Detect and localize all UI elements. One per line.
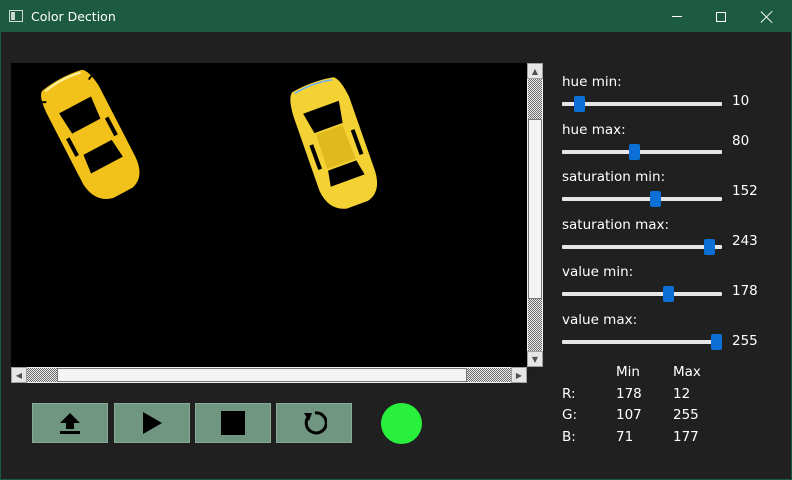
app-icon (9, 10, 23, 22)
reset-icon (304, 411, 327, 435)
hue-max-slider[interactable] (562, 144, 722, 160)
table-header-min: Min (616, 364, 640, 380)
g-min-value: 107 (616, 407, 642, 423)
vertical-scrollbar[interactable]: ▲ ▼ (527, 63, 543, 367)
detected-car-left (41, 69, 140, 199)
hue-max-value: 80 (732, 133, 750, 149)
slider-handle[interactable] (649, 191, 661, 207)
minimize-button[interactable] (654, 1, 700, 32)
scroll-thumb[interactable] (528, 119, 542, 299)
b-min-value: 71 (616, 429, 634, 445)
value-min-value: 178 (732, 283, 758, 299)
g-max-value: 255 (673, 407, 699, 423)
slider-groove (562, 245, 722, 249)
scroll-corner (527, 367, 543, 383)
r-min-value: 178 (616, 386, 642, 402)
slider-handle[interactable] (711, 334, 722, 350)
table-header-max: Max (673, 364, 701, 380)
window-title: Color Dection (31, 9, 116, 24)
upload-button[interactable] (32, 403, 108, 443)
maximize-icon (716, 11, 726, 22)
value-max-slider[interactable] (562, 334, 722, 350)
minimize-icon (672, 16, 682, 17)
slider-label-saturation-max: saturation max: (562, 217, 670, 233)
hue-min-slider[interactable] (562, 96, 722, 112)
saturation-min-value: 152 (732, 183, 758, 199)
slider-groove (562, 197, 722, 201)
stop-icon (221, 411, 245, 435)
horizontal-scrollbar[interactable]: ◀ ▶ (11, 367, 527, 383)
slider-groove (562, 102, 722, 106)
slider-groove (562, 340, 722, 344)
slider-groove (562, 150, 722, 154)
saturation-max-value: 243 (732, 233, 758, 249)
slider-label-value-min: value min: (562, 264, 634, 280)
play-button[interactable] (114, 403, 190, 443)
masked-image (41, 69, 378, 209)
app-window: Color Dection ▲ ▼ ◀ ▶ hue min: 10 hue ma… (0, 0, 792, 480)
slider-handle[interactable] (663, 286, 675, 302)
stop-button[interactable] (195, 403, 271, 443)
b-max-value: 177 (673, 429, 699, 445)
slider-handle[interactable] (573, 96, 585, 112)
maximize-button[interactable] (698, 1, 744, 32)
slider-label-hue-max: hue max: (562, 122, 626, 138)
title-bar: Color Dection (1, 1, 791, 32)
row-label-g: G: (562, 407, 578, 423)
row-label-b: B: (562, 429, 576, 445)
row-label-r: R: (562, 386, 576, 402)
slider-handle[interactable] (629, 144, 641, 160)
close-icon (761, 11, 773, 23)
value-max-value: 255 (732, 333, 758, 349)
scroll-right-icon[interactable]: ▶ (511, 367, 527, 383)
image-viewport[interactable]: ▲ ▼ ◀ ▶ (11, 63, 543, 383)
detected-car-right (290, 77, 378, 209)
upload-icon (60, 413, 80, 434)
saturation-min-slider[interactable] (562, 191, 722, 207)
r-max-value: 12 (673, 386, 691, 402)
scroll-left-icon[interactable]: ◀ (11, 367, 27, 383)
close-button[interactable] (744, 1, 790, 32)
slider-label-value-max: value max: (562, 312, 638, 328)
slider-label-hue-min: hue min: (562, 74, 622, 90)
value-min-slider[interactable] (562, 286, 722, 302)
scroll-thumb[interactable] (57, 368, 467, 382)
status-indicator (381, 403, 422, 444)
reset-button[interactable] (276, 403, 352, 443)
scroll-down-icon[interactable]: ▼ (527, 351, 543, 367)
saturation-max-slider[interactable] (562, 239, 722, 255)
hue-min-value: 10 (732, 93, 750, 109)
play-icon (143, 412, 162, 434)
slider-handle[interactable] (703, 239, 715, 255)
slider-groove (562, 292, 722, 296)
slider-label-saturation-min: saturation min: (562, 169, 666, 185)
scroll-up-icon[interactable]: ▲ (527, 63, 543, 79)
